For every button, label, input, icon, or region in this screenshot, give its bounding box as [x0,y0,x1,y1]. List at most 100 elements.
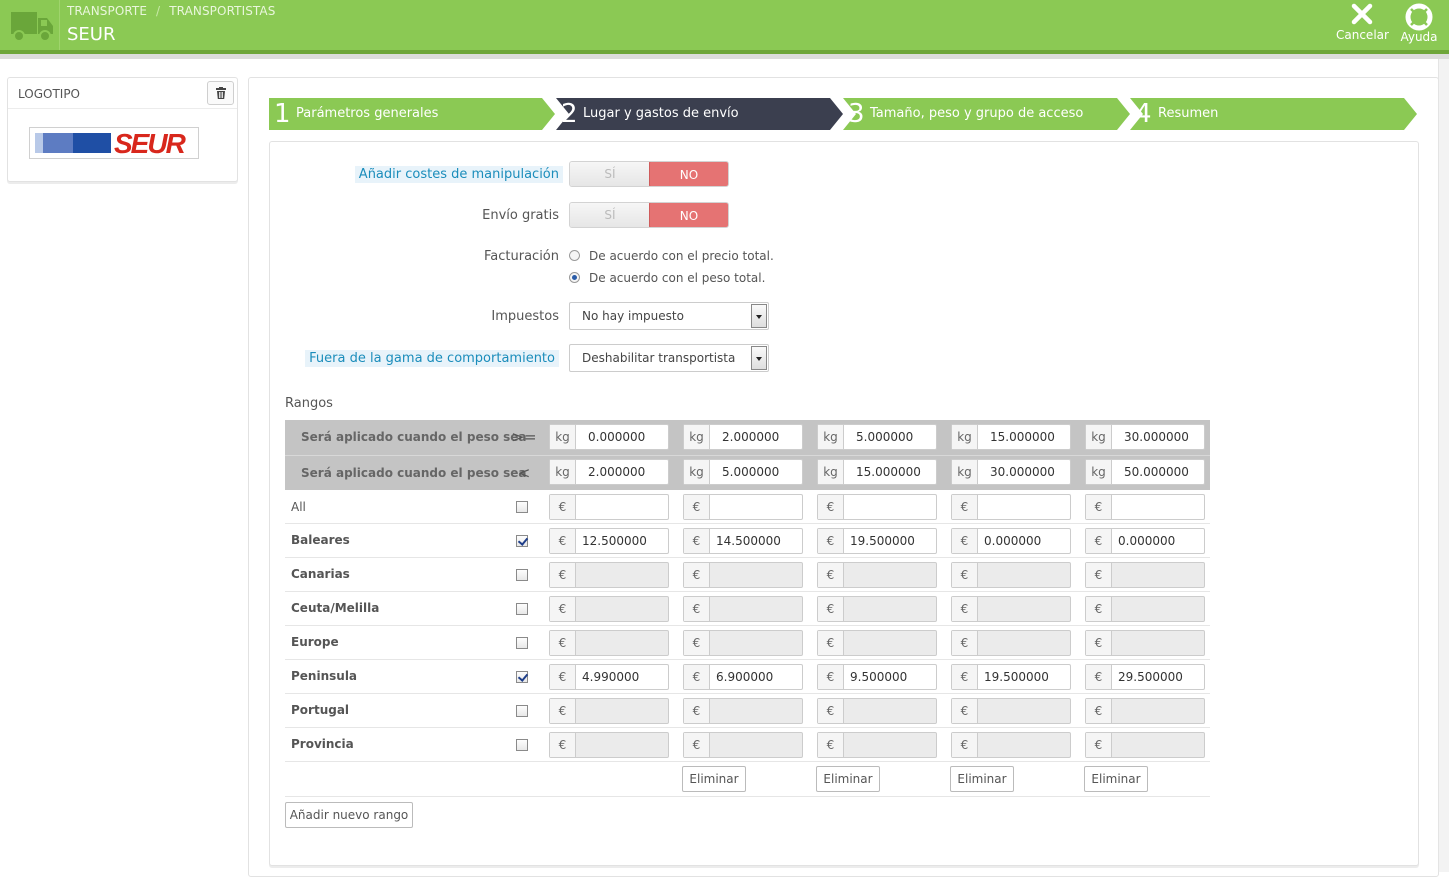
zone-price-input[interactable]: € [1085,562,1205,588]
zone-checkbox[interactable] [516,705,528,717]
delete-logo-button[interactable] [207,81,234,105]
handling-costs-toggle[interactable]: SÍ NO [569,161,729,187]
range-from-input[interactable]: kg 15.000000 [951,424,1071,450]
zone-price-input[interactable]: € [951,562,1071,588]
zone-checkbox[interactable] [516,535,528,547]
zone-checkbox[interactable] [516,501,528,513]
zone-price-input[interactable]: € [951,596,1071,622]
range-from-input[interactable]: kg 30.000000 [1085,424,1205,450]
zone-price-input[interactable]: € [1085,494,1205,520]
wizard-step-3[interactable]: 3 Tamaño, peso y grupo de acceso [843,98,1130,130]
chevron-down-icon [751,304,767,328]
wizard-step-2[interactable]: 2 Lugar y gastos de envío [556,98,843,130]
toggle-no[interactable]: NO [649,162,728,186]
wizard-step-1[interactable]: 1 Parámetros generales [269,98,555,130]
zone-checkbox[interactable] [516,569,528,581]
zone-checkbox[interactable] [516,739,528,751]
zone-price-input[interactable]: €19.500000 [817,528,937,554]
radio-button[interactable] [569,272,580,283]
zone-price-input[interactable]: € [683,732,803,758]
help-button[interactable]: Ayuda [1398,3,1440,44]
wizard-step-4[interactable]: 4 Resumen [1130,98,1417,130]
breadcrumb-item-transportistas[interactable]: TRANSPORTISTAS [169,4,275,18]
zone-price-input[interactable]: € [951,630,1071,656]
zone-checkbox[interactable] [516,671,528,683]
tax-select[interactable]: No hay impuesto [569,302,769,330]
range-from-input[interactable]: kg 5.000000 [817,424,937,450]
unit-addon: kg [684,425,710,449]
zone-price-input[interactable]: € [817,596,937,622]
zone-price-input[interactable]: € [817,630,937,656]
delete-range-button[interactable]: Eliminar [816,766,880,792]
free-shipping-toggle[interactable]: SÍ NO [569,202,729,228]
zone-price-input[interactable]: €14.500000 [683,528,803,554]
delete-range-button[interactable]: Eliminar [950,766,1014,792]
currency-addon: € [550,529,576,553]
zone-price-input[interactable]: € [683,494,803,520]
range-to-input[interactable]: kg 2.000000 [549,459,669,485]
zone-price-input[interactable]: €0.000000 [1085,528,1205,554]
zone-price-input[interactable]: €12.500000 [549,528,669,554]
zone-price-input[interactable]: € [951,698,1071,724]
zone-price-input[interactable]: € [683,630,803,656]
toggle-yes[interactable]: SÍ [570,162,650,186]
delete-range-button[interactable]: Eliminar [1084,766,1148,792]
zone-price-input[interactable]: € [1085,732,1205,758]
zone-price-input[interactable]: € [549,698,669,724]
zone-checkbox[interactable] [516,637,528,649]
currency-addon: € [550,495,576,519]
currency-addon: € [952,699,978,723]
zone-price-input[interactable]: € [951,732,1071,758]
zone-price-input[interactable]: €19.500000 [951,664,1071,690]
add-range-button[interactable]: Añadir nuevo rango [285,802,413,828]
range-from-value: 15.000000 [990,430,1055,444]
range-to-input[interactable]: kg 30.000000 [951,459,1071,485]
zone-price-input[interactable]: € [549,494,669,520]
out-of-range-label: Fuera de la gama de comportamiento [305,350,559,367]
zone-price-input[interactable]: € [817,732,937,758]
currency-addon: € [818,631,844,655]
zone-price-input[interactable]: € [683,698,803,724]
zone-price-input[interactable]: € [817,562,937,588]
step-label: Lugar y gastos de envío [583,106,739,121]
delete-range-button[interactable]: Eliminar [682,766,746,792]
toggle-no[interactable]: NO [649,203,728,227]
zone-price-input[interactable]: € [683,596,803,622]
zone-price-input[interactable]: € [549,732,669,758]
currency-addon: € [550,699,576,723]
zone-price-input[interactable]: € [549,562,669,588]
zone-price-input[interactable]: €4.990000 [549,664,669,690]
range-to-input[interactable]: kg 5.000000 [683,459,803,485]
zone-price-input[interactable]: € [683,562,803,588]
cancel-button[interactable]: Cancelar [1336,3,1389,42]
billing-option-price[interactable]: De acuerdo con el precio total. [569,249,774,263]
radio-button[interactable] [569,250,580,261]
scrollbar[interactable] [1438,59,1449,872]
breadcrumb-separator: / [156,4,161,18]
zone-price-input[interactable]: € [817,698,937,724]
out-of-range-select[interactable]: Deshabilitar transportista [569,344,769,372]
zone-price-input[interactable]: €0.000000 [951,528,1071,554]
zone-price-input[interactable]: € [817,494,937,520]
currency-addon: € [952,733,978,757]
currency-addon: € [818,529,844,553]
zone-price-input[interactable]: € [1085,698,1205,724]
breadcrumb-item-transporte[interactable]: TRANSPORTE [67,4,147,18]
range-from-input[interactable]: kg 2.000000 [683,424,803,450]
zone-price-input[interactable]: € [549,596,669,622]
zone-checkbox[interactable] [516,603,528,615]
toggle-yes[interactable]: SÍ [570,203,650,227]
billing-option-weight[interactable]: De acuerdo con el peso total. [569,271,765,285]
currency-addon: € [550,665,576,689]
range-to-input[interactable]: kg 15.000000 [817,459,937,485]
zone-price-input[interactable]: €9.500000 [817,664,937,690]
range-to-input[interactable]: kg 50.000000 [1085,459,1205,485]
zone-price-input[interactable]: € [951,494,1071,520]
zone-price-input[interactable]: € [549,630,669,656]
step-number: 2 [561,99,578,129]
zone-price-input[interactable]: € [1085,596,1205,622]
range-from-input[interactable]: kg 0.000000 [549,424,669,450]
zone-price-input[interactable]: €29.500000 [1085,664,1205,690]
zone-price-input[interactable]: € [1085,630,1205,656]
zone-price-input[interactable]: €6.900000 [683,664,803,690]
